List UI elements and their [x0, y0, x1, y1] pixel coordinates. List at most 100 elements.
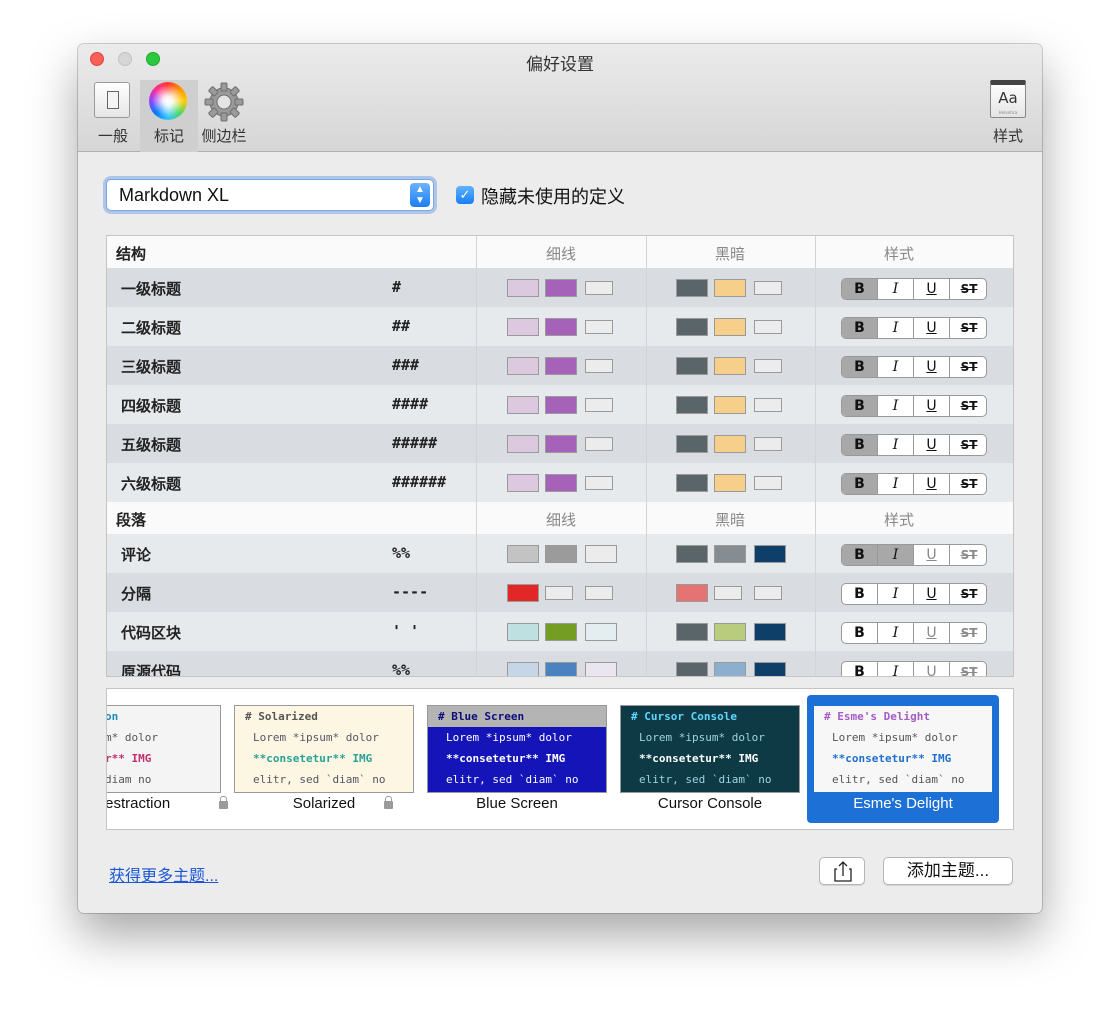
strikethrough-toggle[interactable]: ST — [950, 357, 986, 377]
dark-color-swatch[interactable] — [754, 586, 782, 600]
table-row[interactable]: 二级标题 ## B I U ST — [107, 307, 1013, 346]
dark-color-swatch[interactable] — [714, 474, 746, 492]
syntax-select[interactable]: Markdown XL ▲ ▼ — [106, 179, 434, 211]
thin-color-swatch[interactable] — [507, 279, 539, 297]
italic-toggle[interactable]: I — [878, 623, 914, 643]
italic-toggle[interactable]: I — [878, 318, 914, 338]
dark-color-swatch[interactable] — [754, 545, 786, 563]
underline-toggle[interactable]: U — [914, 279, 950, 299]
strikethrough-toggle[interactable]: ST — [950, 396, 986, 416]
thin-color-swatch[interactable] — [507, 545, 539, 563]
tab-sidebar[interactable]: 侧边栏 — [200, 80, 248, 152]
italic-toggle[interactable]: I — [878, 545, 914, 565]
italic-toggle[interactable]: I — [878, 474, 914, 494]
dark-color-swatch[interactable] — [714, 396, 746, 414]
thin-color-swatch[interactable] — [507, 435, 539, 453]
bold-toggle[interactable]: B — [842, 357, 878, 377]
bold-toggle[interactable]: B — [842, 396, 878, 416]
dark-color-swatch[interactable] — [714, 279, 746, 297]
italic-toggle[interactable]: I — [878, 396, 914, 416]
tab-markers[interactable]: 标记 — [140, 80, 198, 152]
bold-toggle[interactable]: B — [842, 474, 878, 494]
thin-color-swatch[interactable] — [545, 279, 577, 297]
more-themes-link[interactable]: 获得更多主题... — [109, 862, 218, 886]
underline-toggle[interactable]: U — [914, 357, 950, 377]
italic-toggle[interactable]: I — [878, 435, 914, 455]
thin-color-swatch[interactable] — [545, 662, 577, 676]
underline-toggle[interactable]: U — [914, 396, 950, 416]
bold-toggle[interactable]: B — [842, 662, 878, 676]
bold-toggle[interactable]: B — [842, 545, 878, 565]
table-row[interactable]: 分隔 ---- B I U ST — [107, 573, 1013, 612]
thin-color-swatch[interactable] — [585, 476, 613, 490]
thin-color-swatch[interactable] — [507, 584, 539, 602]
strikethrough-toggle[interactable]: ST — [950, 279, 986, 299]
thin-color-swatch[interactable] — [585, 320, 613, 334]
thin-color-swatch[interactable] — [507, 396, 539, 414]
table-row[interactable]: 三级标题 ### B I U ST — [107, 346, 1013, 385]
underline-toggle[interactable]: U — [914, 584, 950, 604]
underline-toggle[interactable]: U — [914, 623, 950, 643]
strikethrough-toggle[interactable]: ST — [950, 584, 986, 604]
thin-color-swatch[interactable] — [585, 281, 613, 295]
thin-color-swatch[interactable] — [545, 623, 577, 641]
strikethrough-toggle[interactable]: ST — [950, 474, 986, 494]
dark-color-swatch[interactable] — [714, 318, 746, 336]
thin-color-swatch[interactable] — [545, 435, 577, 453]
strikethrough-toggle[interactable]: ST — [950, 318, 986, 338]
thin-color-swatch[interactable] — [585, 545, 617, 563]
bold-toggle[interactable]: B — [842, 623, 878, 643]
dark-color-swatch[interactable] — [676, 623, 708, 641]
theme-item[interactable]: # Solarized Lorem *ipsum* dolor **consetet… — [228, 695, 420, 823]
dark-color-swatch[interactable] — [754, 398, 782, 412]
dark-color-swatch[interactable] — [714, 357, 746, 375]
dark-color-swatch[interactable] — [754, 320, 782, 334]
thin-color-swatch[interactable] — [585, 662, 617, 676]
thin-color-swatch[interactable] — [585, 398, 613, 412]
dark-color-swatch[interactable] — [676, 584, 708, 602]
table-row[interactable]: 评论%% B I U ST — [107, 534, 1013, 573]
dark-color-swatch[interactable] — [754, 623, 786, 641]
thin-color-swatch[interactable] — [507, 623, 539, 641]
thin-color-swatch[interactable] — [545, 318, 577, 336]
dark-color-swatch[interactable] — [714, 435, 746, 453]
thin-color-swatch[interactable] — [545, 545, 577, 563]
dark-color-swatch[interactable] — [676, 279, 708, 297]
underline-toggle[interactable]: U — [914, 545, 950, 565]
dark-color-swatch[interactable] — [714, 545, 746, 563]
dark-color-swatch[interactable] — [676, 545, 708, 563]
thin-color-swatch[interactable] — [585, 359, 613, 373]
dark-color-swatch[interactable] — [714, 623, 746, 641]
underline-toggle[interactable]: U — [914, 474, 950, 494]
thin-color-swatch[interactable] — [507, 662, 539, 676]
table-row[interactable]: 原源代码%% B I U ST — [107, 651, 1013, 676]
add-theme-button[interactable]: 添加主题... — [883, 857, 1013, 885]
theme-item[interactable]: # Cursor Console Lorem *ipsum* dolor **con… — [614, 695, 806, 823]
dark-color-swatch[interactable] — [676, 435, 708, 453]
italic-toggle[interactable]: I — [878, 662, 914, 676]
underline-toggle[interactable]: U — [914, 662, 950, 676]
dark-color-swatch[interactable] — [676, 396, 708, 414]
underline-toggle[interactable]: U — [914, 435, 950, 455]
thin-color-swatch[interactable] — [507, 357, 539, 375]
dark-color-swatch[interactable] — [754, 359, 782, 373]
strikethrough-toggle[interactable]: ST — [950, 662, 986, 676]
hide-unused-checkbox[interactable]: ✓ — [456, 186, 474, 204]
dark-color-swatch[interactable] — [676, 357, 708, 375]
hide-unused-label[interactable]: 隐藏未使用的定义 — [481, 183, 625, 209]
tab-general[interactable]: 一般 — [90, 80, 136, 152]
tab-style[interactable]: Aa Helvetica 样式 — [986, 80, 1030, 152]
strikethrough-toggle[interactable]: ST — [950, 545, 986, 565]
thin-color-swatch[interactable] — [545, 586, 573, 600]
bold-toggle[interactable]: B — [842, 318, 878, 338]
underline-toggle[interactable]: U — [914, 318, 950, 338]
dark-color-swatch[interactable] — [754, 281, 782, 295]
dark-color-swatch[interactable] — [754, 437, 782, 451]
dark-color-swatch[interactable] — [714, 662, 746, 676]
bold-toggle[interactable]: B — [842, 279, 878, 299]
theme-item[interactable]: # Esme's Delight Lorem *ipsum* dolor **con… — [807, 695, 999, 823]
thin-color-swatch[interactable] — [585, 623, 617, 641]
table-row[interactable]: 代码区块 ' ' B I U ST — [107, 612, 1013, 651]
table-row[interactable]: 五级标题 ##### B I U ST — [107, 424, 1013, 463]
strikethrough-toggle[interactable]: ST — [950, 623, 986, 643]
